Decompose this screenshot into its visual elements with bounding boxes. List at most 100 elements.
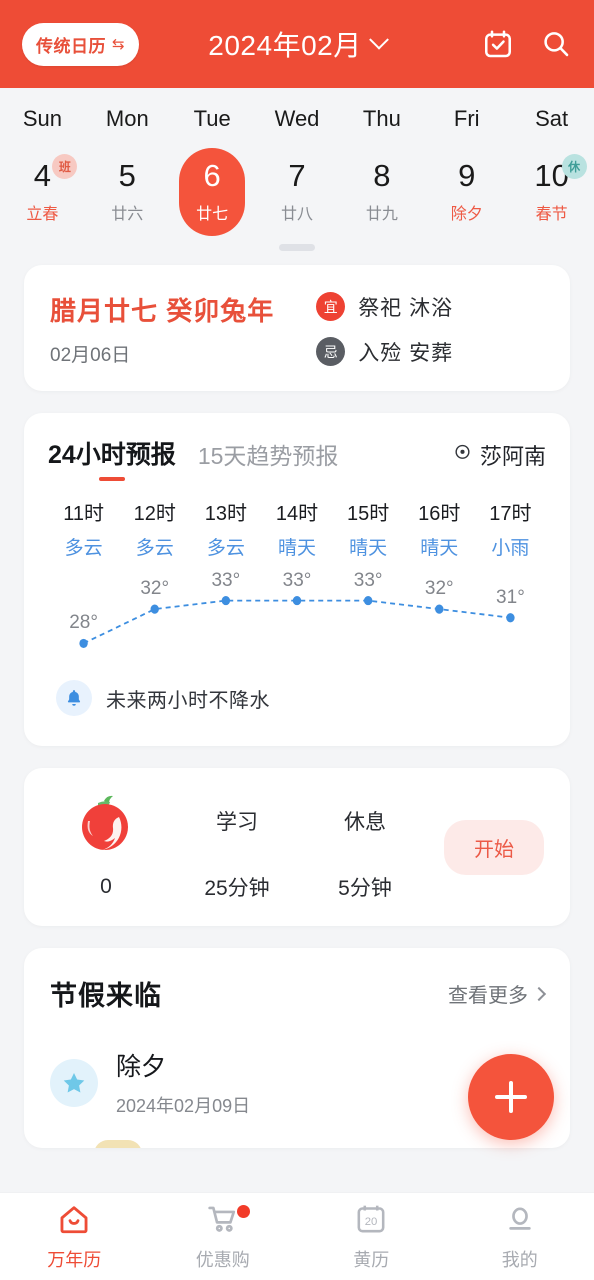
nav-item-almanac[interactable]: 20 黄历	[297, 1193, 446, 1280]
location-name: 莎阿南	[479, 444, 546, 469]
calendar-expand-handle[interactable]	[279, 244, 315, 251]
weekday-name-wed: Wed	[274, 106, 320, 131]
day-lunar-label: 廿九	[365, 206, 398, 224]
day-number: 9	[458, 157, 476, 193]
hour-condition: 多云	[64, 538, 103, 559]
day-lunar-label: 廿七	[196, 206, 229, 224]
hour-col-4: 15时 晴天	[333, 497, 404, 560]
rain-tip-text: 未来两小时不降水	[106, 689, 270, 712]
chevron-down-icon[interactable]	[368, 29, 389, 50]
day-lunar-label: 立春	[26, 206, 59, 224]
day-cell-wrap-2[interactable]: 6 廿七	[170, 146, 255, 238]
nav-item-calendar[interactable]: 万年历	[0, 1193, 149, 1280]
pomodoro-study-label: 学习	[216, 811, 258, 834]
lunar-left: 腊月廿七 癸卯兔年 02月06日	[50, 291, 274, 367]
calendar-mode-toggle[interactable]: 传统日历 ⇆	[22, 22, 139, 66]
temperature-point	[150, 604, 159, 614]
add-event-fab[interactable]	[468, 1054, 554, 1140]
weekday-name-fri: Fri	[453, 106, 480, 131]
day-cell-wrap-1[interactable]: 5 廿六	[85, 146, 170, 238]
temperature-point	[363, 595, 373, 606]
holiday-item-date: 2024年02月09日	[116, 1096, 251, 1116]
tab-15day-forecast[interactable]: 15天趋势预报	[198, 437, 339, 481]
temperature-line-chart: 28° 32° 33° 33° 33° 32° 31°	[48, 566, 546, 662]
hour-col-5: 16时 晴天	[404, 497, 475, 560]
star-icon	[50, 1058, 98, 1107]
holiday-view-more-label: 查看更多	[448, 985, 528, 1007]
nav-item-profile[interactable]: 我的	[446, 1193, 594, 1280]
ji-items: 入殓 安葬	[358, 341, 454, 365]
calendar-20-icon: 20	[353, 1202, 389, 1241]
day-number: 4	[33, 157, 52, 193]
temperature-point	[79, 638, 88, 649]
hour-condition: 小雨	[491, 538, 530, 559]
day-cell[interactable]: 7 廿八	[255, 146, 340, 238]
hour-condition: 晴天	[349, 538, 388, 559]
weekday-name-sun: Sun	[22, 106, 62, 131]
yi-ji-group: 宜 祭祀 沐浴 忌 入殓 安葬	[316, 291, 453, 367]
temperature-value-label: 28°	[69, 612, 98, 634]
hour-condition: 晴天	[277, 538, 316, 559]
temperature-point	[506, 613, 515, 623]
solar-date-label: 02月06日	[50, 345, 131, 366]
day-number: 8	[373, 157, 391, 193]
bottom-navigation: 万年历 优惠购 20 黄历 我的	[0, 1192, 594, 1280]
day-cell-selected[interactable]: 6 廿七	[170, 146, 255, 238]
chevron-right-icon	[531, 986, 547, 1001]
lunar-info-card[interactable]: 腊月廿七 癸卯兔年 02月06日 宜 祭祀 沐浴 忌 入殓 安葬	[24, 265, 570, 391]
day-number: 5	[118, 157, 136, 193]
weather-location[interactable]: 莎阿南	[453, 439, 546, 481]
day-badge-rest: 休	[561, 154, 587, 179]
day-cell[interactable]: 班 4 立春	[0, 146, 85, 238]
tab-24h-forecast[interactable]: 24小时预报	[48, 435, 176, 481]
nav-item-shop[interactable]: 优惠购	[149, 1193, 298, 1280]
day-cell-wrap-3[interactable]: 7 廿八	[255, 146, 340, 238]
day-cell[interactable]: 8 廿九	[339, 146, 424, 238]
hour-col-3: 14时 晴天	[261, 497, 332, 560]
home-calendar-icon	[56, 1202, 92, 1241]
hour-label: 13时	[204, 503, 247, 525]
hour-label: 12时	[133, 503, 176, 525]
temperature-point	[221, 595, 231, 606]
day-cell-wrap-0[interactable]: 班 4 立春	[0, 146, 85, 238]
weekday-header-row: Sun Mon Tue Wed Thu Fri Sat	[0, 98, 594, 146]
day-cell[interactable]: 休 10 春节	[509, 146, 594, 238]
day-lunar-label: 廿八	[281, 206, 314, 224]
shopping-cart-icon	[205, 1202, 241, 1241]
weekday-cells-row: 班 4 立春 5 廿六 6 廿七 7 廿八 8 廿九 9 除夕 休 10 春节	[0, 146, 594, 238]
holiday-header: 节假来临 查看更多	[50, 974, 547, 1013]
nav-label-profile: 我的	[501, 1249, 538, 1270]
search-icon[interactable]	[540, 28, 572, 60]
hour-label: 17时	[489, 503, 532, 525]
calendar-check-icon[interactable]	[482, 28, 514, 60]
pomodoro-rest-label: 休息	[344, 811, 386, 834]
day-cell-wrap-4[interactable]: 8 廿九	[339, 146, 424, 238]
plus-icon-vertical	[509, 1081, 513, 1113]
day-cell-wrap-6[interactable]: 休 10 春节	[509, 146, 594, 238]
day-cell-wrap-5[interactable]: 9 除夕	[424, 146, 509, 238]
header-actions	[482, 28, 572, 60]
location-pin-icon	[453, 443, 472, 467]
pomodoro-rest-col: 休息 5分钟	[310, 792, 420, 902]
temperature-value-label: 31°	[496, 586, 525, 608]
weekday-name-tue: Tue	[193, 106, 231, 131]
page-title: 2024年02月	[208, 30, 362, 61]
weather-tabs: 24小时预报 15天趋势预报 莎阿南	[48, 435, 546, 481]
rain-forecast-tip: 未来两小时不降水	[48, 662, 546, 742]
pomodoro-rest-value: 5分钟	[338, 877, 392, 900]
temperature-point	[292, 595, 302, 606]
day-cell[interactable]: 5 廿六	[85, 146, 170, 238]
calendar-mode-label: 传统日历	[36, 36, 106, 56]
bell-icon	[56, 680, 92, 716]
hourly-forecast-row: 11时 多云 12时 多云 13时 多云 14时 晴天 15时 晴天 16时 晴…	[48, 497, 546, 560]
holiday-next-item-peek	[94, 1140, 142, 1148]
holiday-title: 节假来临	[50, 981, 162, 1011]
swap-icon: ⇆	[112, 35, 125, 53]
nav-label-calendar: 万年历	[47, 1249, 102, 1270]
day-number: 6	[203, 157, 221, 193]
hour-col-1: 12时 多云	[119, 497, 190, 560]
day-cell[interactable]: 9 除夕	[424, 146, 509, 238]
svg-text:20: 20	[365, 1215, 378, 1227]
pomodoro-start-button[interactable]: 开始	[444, 819, 544, 875]
holiday-view-more-button[interactable]: 查看更多	[448, 979, 547, 1008]
